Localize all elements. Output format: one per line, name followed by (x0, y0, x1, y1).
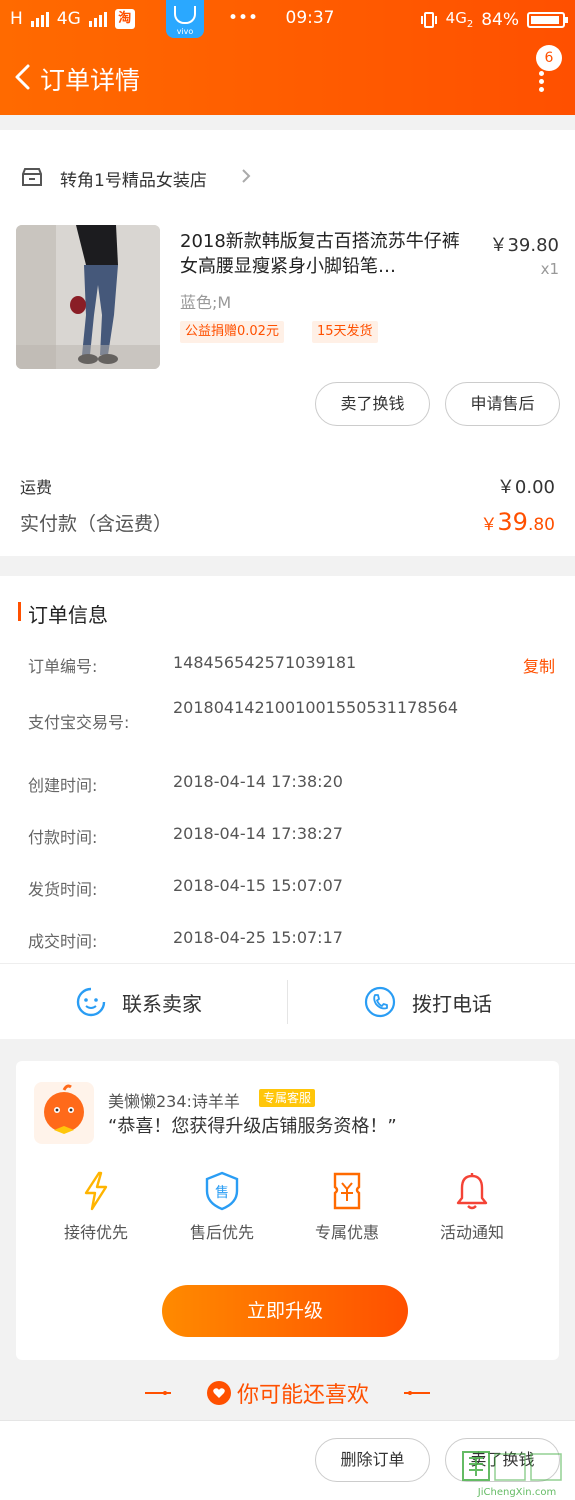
copy-order-number-button[interactable]: 复制 (523, 653, 555, 677)
status-left: H 4G 淘 (10, 9, 135, 29)
order-info-card: 订单信息 订单编号: 148456542571039181 复制 支付宝交易号:… (0, 576, 575, 1039)
product-spec: 蓝色;M (180, 293, 232, 312)
shipped-time-value: 2018-04-15 15:07:07 (173, 876, 343, 895)
recommend-title: 你可能还喜欢 (237, 1383, 370, 1408)
status-right: 4G2 84% (420, 9, 568, 30)
perk-label: 活动通知 (439, 1223, 504, 1242)
paid-amount: ￥39.80 (480, 508, 555, 536)
perk-label: 售后优先 (189, 1223, 254, 1242)
paid-label: 实付款（含运费） (20, 513, 173, 535)
recommend-header: 你可能还喜欢 (0, 1377, 575, 1423)
contact-seller-label: 联系卖家 (122, 991, 202, 1016)
cs-avatar (34, 1082, 94, 1144)
chat-face-icon (76, 987, 106, 1017)
status-center: ••• 09:37 (228, 8, 335, 28)
shop-row[interactable]: 转角1号精品女装店 (0, 148, 575, 208)
chevron-right-icon (242, 169, 251, 183)
upgrade-now-button[interactable]: 立即升级 (162, 1285, 408, 1337)
back-arrow-icon[interactable] (10, 63, 38, 91)
sell-item-button[interactable]: 卖了换钱 (315, 382, 430, 426)
charity-tag: 公益捐赠0.02元 (180, 321, 284, 343)
shipping-fee-value: ￥0.00 (496, 477, 555, 498)
order-number-label: 订单编号: (28, 657, 98, 676)
coupon-icon (333, 1172, 361, 1210)
nav-bar: 订单详情 6 (0, 45, 575, 111)
completed-time-value: 2018-04-25 15:07:17 (173, 928, 343, 947)
order-info-title: 订单信息 (28, 603, 108, 627)
perk-priority-aftersale: 售 售后优先 (167, 1171, 277, 1243)
site-watermark: JiChengXin.com (461, 1448, 573, 1498)
taobao-app-icon: 淘 (114, 9, 135, 29)
more-dots-label: ••• (228, 8, 259, 28)
battery-icon (527, 11, 568, 28)
alipay-trade-value: 2018041421001001550531178564 (173, 698, 459, 717)
order-item-card: 转角1号精品女装店 2018新款韩版复古百搭流苏牛仔裤女高腰显瘦紧身小脚铅笔… … (0, 130, 575, 556)
order-number-value: 148456542571039181 (173, 653, 357, 672)
created-time-value: 2018-04-14 17:38:20 (173, 772, 343, 791)
contact-seller-button[interactable]: 联系卖家 (76, 964, 202, 1040)
shipping-tag: 15天发货 (312, 321, 378, 343)
recommend-divider-left (144, 1391, 171, 1395)
network-label: 4G (56, 9, 81, 29)
upgrade-service-card: 美懒懒234:诗羊羊 专属客服 “恭喜！您获得升级店铺服务资格！” 接待优先 售… (16, 1061, 559, 1360)
perk-priority-reception: 接待优先 (41, 1171, 151, 1243)
perk-label: 接待优先 (63, 1223, 128, 1242)
cs-badge: 专属客服 (259, 1089, 316, 1107)
product-quantity: x1 (540, 260, 559, 278)
lightning-icon (84, 1171, 108, 1211)
page-title: 订单详情 (40, 66, 141, 95)
shield-sale-icon: 售 (205, 1171, 239, 1211)
paid-currency: ￥ (480, 515, 498, 535)
signal-icon (30, 11, 49, 27)
completed-time-label: 成交时间: (28, 932, 98, 951)
product-thumbnail[interactable] (16, 225, 160, 369)
paid-int: 39 (497, 508, 528, 536)
after-sale-button[interactable]: 申请售后 (445, 382, 560, 426)
call-phone-label: 拨打电话 (412, 991, 492, 1016)
shipping-fee-label: 运费 (20, 478, 53, 497)
notification-badge: 6 (536, 45, 562, 71)
carrier-label: H (10, 9, 23, 29)
paid-dec: .80 (527, 515, 555, 535)
cs-name: 美懒懒234:诗羊羊 (108, 1092, 240, 1111)
status-bar: H 4G 淘 vivo ••• 09:37 4G2 84% (0, 0, 575, 38)
watermark-logo (462, 1451, 562, 1481)
section-accent-bar (18, 602, 21, 621)
network-right-label: 4G2 (445, 9, 474, 30)
alipay-trade-label: 支付宝交易号: (28, 713, 130, 732)
shipped-time-label: 发货时间: (28, 880, 98, 899)
perk-label: 专属优惠 (314, 1223, 379, 1242)
app-header: H 4G 淘 vivo ••• 09:37 4G2 84% 订单详情 6 (0, 0, 575, 115)
vivo-store-icon: vivo (166, 0, 204, 38)
product-price: ￥39.80 (489, 235, 559, 256)
svg-text:售: 售 (215, 1185, 229, 1201)
product-image (16, 225, 160, 369)
shop-name: 转角1号精品女装店 (60, 171, 207, 191)
product-title[interactable]: 2018新款韩版复古百搭流苏牛仔裤女高腰显瘦紧身小脚铅笔… (180, 229, 470, 279)
recommend-divider-right (404, 1391, 431, 1395)
perk-event-notice: 活动通知 (417, 1171, 527, 1243)
perk-exclusive-discount: 专属优惠 (292, 1171, 402, 1243)
call-phone-button[interactable]: 拨打电话 (364, 964, 492, 1040)
paid-time-label: 付款时间: (28, 828, 98, 847)
battery-percent: 84% (481, 9, 519, 30)
shop-icon (22, 168, 42, 186)
divider (287, 980, 288, 1024)
created-time-label: 创建时间: (28, 776, 98, 795)
phone-icon (364, 986, 396, 1018)
contact-row: 联系卖家 拨打电话 (0, 963, 575, 1039)
upgrade-message: “恭喜！您获得升级店铺服务资格！” (108, 1116, 397, 1137)
delete-order-button[interactable]: 删除订单 (315, 1438, 430, 1482)
paid-time-value: 2018-04-14 17:38:27 (173, 824, 343, 843)
bell-icon (456, 1173, 488, 1210)
clock: 09:37 (285, 8, 335, 28)
signal-icon-2 (88, 11, 107, 27)
heart-icon (206, 1381, 231, 1405)
vibrate-icon (420, 11, 437, 28)
watermark-text: JiChengXin.com (477, 1487, 557, 1498)
